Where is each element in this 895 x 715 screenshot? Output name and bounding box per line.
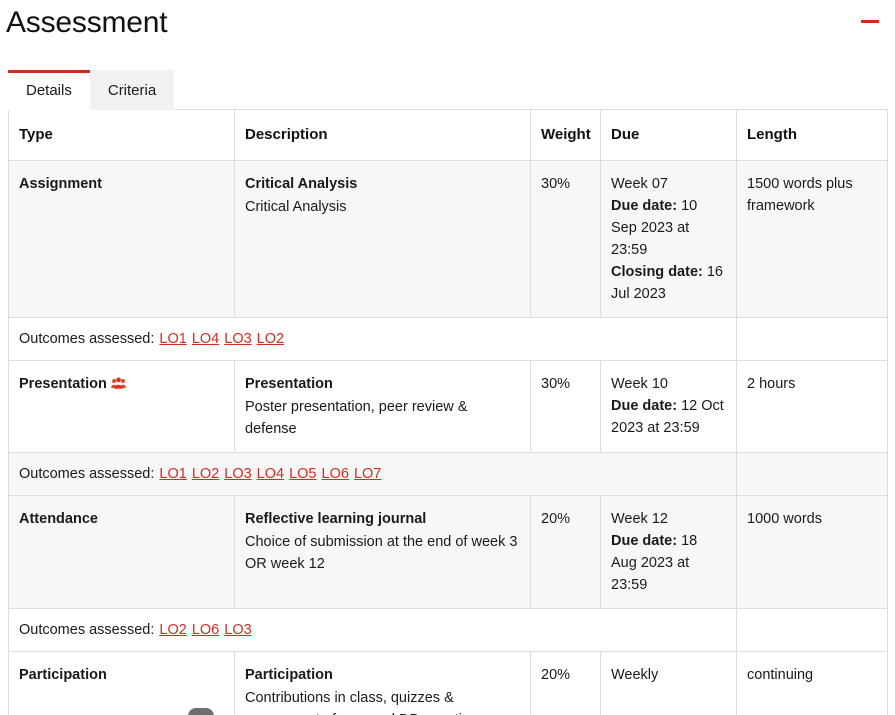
assessment-table: Type Description Weight Due Length Assig… — [8, 109, 888, 715]
outcome-link-lo1[interactable]: LO1 — [159, 466, 186, 482]
cell-weight: 30% — [530, 360, 601, 453]
cell-outcomes-spacer — [736, 608, 888, 652]
outcomes-row: Outcomes assessed: LO1 LO2 LO3 LO4 LO5 LO6 LO7 — [8, 452, 888, 496]
cell-weight: 20% — [530, 495, 601, 609]
tab-bar: Details Criteria — [0, 62, 895, 110]
description-title: Critical Analysis — [245, 176, 358, 192]
column-header-type: Type — [8, 109, 235, 161]
outcome-link-lo2[interactable]: LO2 — [257, 331, 284, 347]
table-row: Attendance Reflective learning journal Cho… — [8, 495, 888, 609]
due-week: Week 12 — [611, 511, 668, 527]
outcomes-row: Outcomes assessed: LO2 LO6 LO3 — [8, 608, 888, 652]
description-body: Critical Analysis — [245, 199, 347, 215]
cell-description: Reflective learning journal Choice of sub… — [234, 495, 531, 609]
outcomes-assessed-label: Outcomes assessed: — [19, 331, 155, 347]
assessment-panel: Assessment Details Criteria Type Descrip… — [0, 0, 895, 715]
outcome-link-lo5[interactable]: LO5 — [289, 466, 316, 482]
tab-details-label: Details — [26, 82, 72, 99]
cell-outcomes-spacer — [736, 452, 888, 496]
outcome-link-lo3[interactable]: LO3 — [224, 466, 251, 482]
due-date-line: Due date: 18 Aug 2023 at 23:59 — [611, 533, 698, 593]
cell-due: Week 12 Due date: 18 Aug 2023 at 23:59 — [600, 495, 737, 609]
description-title: Participation — [245, 667, 333, 683]
outcome-link-lo3[interactable]: LO3 — [224, 331, 251, 347]
column-header-length: Length — [736, 109, 888, 161]
outcome-link-lo3[interactable]: LO3 — [224, 622, 251, 638]
cell-length: continuing — [736, 651, 888, 715]
cell-due: Week 10 Due date: 12 Oct 2023 at 23:59 — [600, 360, 737, 453]
due-date-label: Due date: — [611, 533, 678, 549]
outcomes-row: Outcomes assessed: LO1 LO4 LO3 LO2 — [8, 317, 888, 361]
closing-date-label: Closing date: — [611, 264, 703, 280]
tab-criteria[interactable]: Criteria — [89, 70, 175, 110]
table-header-row: Type Description Weight Due Length — [8, 109, 888, 161]
cell-type: Participation — [8, 651, 235, 715]
cell-type: Assignment — [8, 160, 235, 318]
column-header-description: Description — [234, 109, 531, 161]
tab-details[interactable]: Details — [8, 70, 90, 110]
column-header-due: Due — [600, 109, 737, 161]
cell-due: Week 07 Due date: 10 Sep 2023 at 23:59 Clo… — [600, 160, 737, 318]
cell-type: Presentation — [8, 360, 235, 453]
outcome-link-lo2[interactable]: LO2 — [159, 622, 186, 638]
cell-outcomes: Outcomes assessed: LO2 LO6 LO3 — [8, 608, 737, 652]
table-row: Participation Participation Contributions … — [8, 651, 888, 715]
assessment-type-label: Assignment — [19, 176, 102, 192]
cell-description: Presentation Poster presentation, peer re… — [234, 360, 531, 453]
table-head: Type Description Weight Due Length — [8, 109, 888, 161]
tab-criteria-label: Criteria — [107, 82, 157, 99]
cell-outcomes: Outcomes assessed: LO1 LO4 LO3 LO2 — [8, 317, 737, 361]
due-week: Week 10 — [611, 376, 668, 392]
closing-date-line: Closing date: 16 Jul 2023 — [611, 264, 724, 302]
due-date-label: Due date: — [611, 398, 678, 414]
floating-widget-handle[interactable] — [188, 708, 214, 715]
description-title: Reflective learning journal — [245, 511, 427, 527]
assessment-table-wrap: Type Description Weight Due Length Assig… — [0, 109, 895, 715]
outcomes-assessed-label: Outcomes assessed: — [19, 622, 155, 638]
outcome-link-lo4[interactable]: LO4 — [257, 466, 284, 482]
description-body: Choice of submission at the end of week … — [245, 534, 518, 572]
due-week: Week 07 — [611, 176, 668, 192]
outcome-link-lo4[interactable]: LO4 — [192, 331, 219, 347]
cell-weight: 20% — [530, 651, 601, 715]
description-body: Contributions in class, quizzes & respon… — [245, 690, 485, 715]
cell-type: Attendance — [8, 495, 235, 609]
description-body: Poster presentation, peer review & defen… — [245, 399, 468, 437]
column-header-weight: Weight — [530, 109, 601, 161]
table-body: Assignment Critical Analysis Critical Anal… — [8, 160, 888, 715]
minus-icon-bar — [861, 19, 879, 23]
page-title: Assessment — [6, 6, 168, 39]
cell-length: 1500 words plus framework — [736, 160, 888, 318]
cell-length: 2 hours — [736, 360, 888, 453]
group-users-icon — [110, 377, 126, 390]
cell-description: Critical Analysis Critical Analysis — [234, 160, 531, 318]
due-date-label: Due date: — [611, 198, 678, 214]
cell-outcomes-spacer — [736, 317, 888, 361]
table-row: Assignment Critical Analysis Critical Anal… — [8, 160, 888, 318]
cell-outcomes: Outcomes assessed: LO1 LO2 LO3 LO4 LO5 LO6 LO7 — [8, 452, 737, 496]
due-week: Weekly — [611, 667, 659, 683]
outcomes-assessed-label: Outcomes assessed: — [19, 466, 155, 482]
due-date-line: Due date: 12 Oct 2023 at 23:59 — [611, 398, 724, 436]
panel-header: Assessment — [0, 0, 895, 48]
minus-icon[interactable] — [859, 10, 881, 32]
cell-description: Participation Contributions in class, qui… — [234, 651, 531, 715]
outcome-link-lo7[interactable]: LO7 — [354, 466, 381, 482]
cell-length: 1000 words — [736, 495, 888, 609]
outcome-link-lo6[interactable]: LO6 — [192, 622, 219, 638]
due-date-line: Due date: 10 Sep 2023 at 23:59 — [611, 198, 698, 258]
outcome-link-lo2[interactable]: LO2 — [192, 466, 219, 482]
cell-due: Weekly — [600, 651, 737, 715]
outcome-link-lo1[interactable]: LO1 — [159, 331, 186, 347]
assessment-type-label: Attendance — [19, 511, 98, 527]
cell-weight: 30% — [530, 160, 601, 318]
outcome-link-lo6[interactable]: LO6 — [322, 466, 349, 482]
assessment-type-label: Participation — [19, 667, 107, 683]
assessment-type-label: Presentation — [19, 376, 107, 392]
table-row: Presentation Presentation Poster presentat… — [8, 360, 888, 453]
description-title: Presentation — [245, 376, 333, 392]
